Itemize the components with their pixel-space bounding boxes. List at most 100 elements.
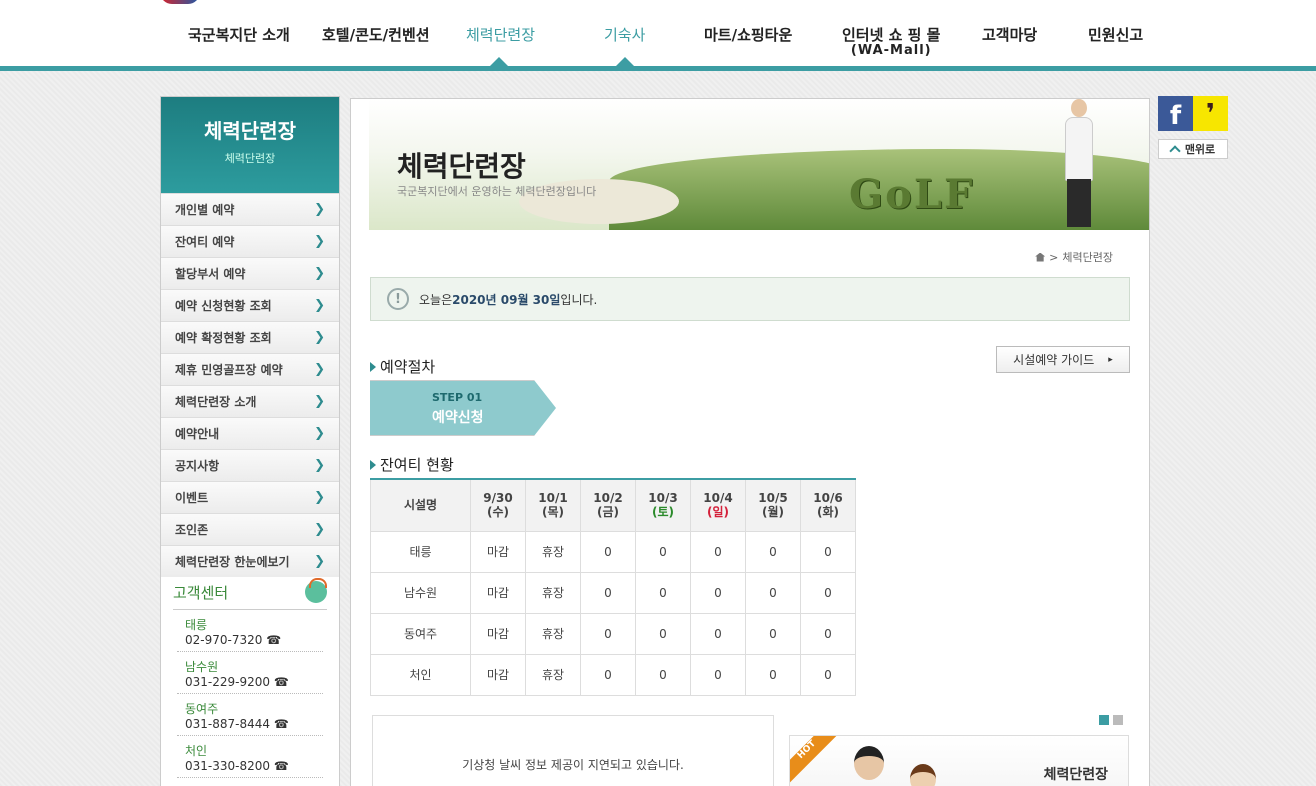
breadcrumb-current[interactable]: 체력단련장 <box>1062 249 1113 265</box>
tee-count-cell[interactable]: 0 <box>580 530 636 573</box>
gnb-item-hotel[interactable]: 호텔/콘도/컨벤션 <box>322 24 430 45</box>
tee-count-cell[interactable]: 0 <box>690 612 746 655</box>
chevron-right-icon: ❯ <box>314 554 325 569</box>
day-date: 9/30 <box>483 491 513 506</box>
facility-name-cell: 태릉 <box>370 530 471 573</box>
customer-center: 고객센터 태릉 02-970-7320 ☎ 남수원 031-229-9200 ☎ 동… <box>161 577 339 782</box>
contact-item: 남수원 031-229-9200 ☎ <box>177 652 323 694</box>
cs-title-text: 고객센터 <box>173 583 229 602</box>
sidebar-item-request-status[interactable]: 예약 신청현황 조회 ❯ <box>161 289 339 321</box>
pager-dot-active[interactable] <box>1099 715 1109 725</box>
tee-count-cell[interactable]: 0 <box>635 653 691 696</box>
sidebar-item-event[interactable]: 이벤트 ❯ <box>161 481 339 513</box>
tee-count-cell[interactable]: 0 <box>635 530 691 573</box>
promo-banner[interactable]: HOT 체력단련장 <box>789 735 1129 786</box>
hot-badge: HOT <box>790 736 840 783</box>
table-row: 남수원 마감 휴장 0 0 0 0 0 <box>370 571 856 614</box>
quick-menu: f ❜ 맨위로 <box>1158 96 1228 159</box>
tee-count-cell[interactable]: 0 <box>635 612 691 655</box>
tee-count-cell[interactable]: 0 <box>800 530 856 573</box>
step-notify: STEP 04 통보 <box>918 380 1132 436</box>
telephone-icon <box>305 578 327 603</box>
tee-count-cell: 휴장 <box>525 571 581 614</box>
sidebar-item-joinzone[interactable]: 조인존 ❯ <box>161 513 339 545</box>
tee-count-cell[interactable]: 0 <box>800 653 856 696</box>
gnb-item-golf[interactable]: 체력단련장 <box>466 24 535 45</box>
tee-count-cell: 마감 <box>470 530 526 573</box>
day-date: 10/1 <box>538 491 568 506</box>
sidebar-item-label: 제휴 민영골프장 예약 <box>175 363 283 377</box>
reservation-steps: STEP 01 예약신청 STEP 02 예약배정 STEP 03 예약확정 S… <box>370 380 1132 436</box>
chevron-right-icon: ❯ <box>314 234 325 249</box>
facebook-icon[interactable]: f <box>1158 96 1193 131</box>
sidebar-item-guide[interactable]: 예약안내 ❯ <box>161 417 339 449</box>
tee-count-cell[interactable]: 0 <box>800 571 856 614</box>
gnb-item-complaint[interactable]: 민원신고 <box>1088 24 1143 45</box>
chevron-right-icon: ❯ <box>314 394 325 409</box>
chevron-right-icon: ❯ <box>314 298 325 313</box>
header-day: 10/5 (월) <box>745 478 801 532</box>
notice-prefix: 오늘은 <box>419 292 453 307</box>
breadcrumb: > 체력단련장 <box>1035 249 1113 265</box>
sns-links: f ❜ <box>1158 96 1228 131</box>
header-day: 10/3 (토) <box>635 478 691 532</box>
sidebar-item-allocated[interactable]: 할당부서 예약 ❯ <box>161 257 339 289</box>
tee-count-cell[interactable]: 0 <box>745 653 801 696</box>
home-icon[interactable] <box>1035 252 1046 262</box>
contact-name: 태릉 <box>185 618 208 632</box>
gnb-item-mart[interactable]: 마트/쇼핑타운 <box>704 24 792 45</box>
tee-count-cell[interactable]: 0 <box>635 571 691 614</box>
table-header-row: 시설명 9/30 (수) 10/1 (목) 10/2 (금) 10/3 (토) 10/4… <box>370 478 856 532</box>
golfer-head <box>1071 99 1087 117</box>
golfer-legs <box>1067 179 1091 227</box>
sidebar-item-notice[interactable]: 공지사항 ❯ <box>161 449 339 481</box>
sidebar-item-overview[interactable]: 체력단련장 한눈에보기 ❯ <box>161 545 339 577</box>
tee-count-cell[interactable]: 0 <box>580 653 636 696</box>
gnb-item-mall[interactable]: 인터넷 쇼 핑 몰 (WA-Mall) <box>842 24 940 58</box>
tee-count-cell[interactable]: 0 <box>745 612 801 655</box>
tee-count-cell[interactable]: 0 <box>690 530 746 573</box>
tee-count-cell[interactable]: 0 <box>580 612 636 655</box>
chevron-right-icon: ❯ <box>314 330 325 345</box>
kakaostory-icon[interactable]: ❜ <box>1193 96 1228 131</box>
day-dow: (화) <box>816 505 839 520</box>
tee-count-cell[interactable]: 0 <box>690 653 746 696</box>
facility-name-cell: 동여주 <box>370 612 471 655</box>
header-facility: 시설명 <box>370 478 471 532</box>
tee-count-cell[interactable]: 0 <box>745 530 801 573</box>
sidebar-item-remaining[interactable]: 잔여티 예약 ❯ <box>161 225 339 257</box>
page-title: 체력단련장 <box>397 150 526 183</box>
sidebar-item-intro[interactable]: 체력단련장 소개 ❯ <box>161 385 339 417</box>
sidebar-item-label: 예약 신청현황 조회 <box>175 299 272 313</box>
site-logo[interactable] <box>160 0 200 4</box>
sidebar-item-personal[interactable]: 개인별 예약 ❯ <box>161 193 339 225</box>
day-dow-saturday: (토) <box>651 505 674 520</box>
tee-count-cell[interactable]: 0 <box>690 571 746 614</box>
sidebar-item-confirm-status[interactable]: 예약 확정현황 조회 ❯ <box>161 321 339 353</box>
gnb-item-customer[interactable]: 고객마당 <box>982 24 1037 45</box>
sidebar-item-label: 체력단련장 소개 <box>175 395 257 409</box>
breadcrumb-sep: > <box>1049 250 1059 264</box>
contact-phone: 031-229-9200 ☎ <box>185 675 289 689</box>
tee-count-cell[interactable]: 0 <box>580 571 636 614</box>
gnb-active-caret <box>490 57 508 66</box>
promo-person-image <box>910 764 936 786</box>
step-name: 예약신청 <box>432 410 484 426</box>
tee-count-cell[interactable]: 0 <box>745 571 801 614</box>
pager-dot[interactable] <box>1113 715 1123 725</box>
chevron-right-icon: ▸ <box>1108 354 1113 365</box>
golfer-image <box>1059 99 1099 230</box>
scroll-top-button[interactable]: 맨위로 <box>1158 139 1228 159</box>
gnb-item-intro[interactable]: 국군복지단 소개 <box>188 24 290 45</box>
sidebar-item-partner-golf[interactable]: 제휴 민영골프장 예약 ❯ <box>161 353 339 385</box>
tee-count-cell: 휴장 <box>525 653 581 696</box>
chevron-right-icon: ❯ <box>314 522 325 537</box>
step-assign: STEP 02 예약배정 <box>536 380 742 436</box>
contact-item: 처인 031-330-8200 ☎ <box>177 736 323 778</box>
facility-guide-button[interactable]: 시설예약 가이드 ▸ <box>996 346 1130 373</box>
header-day: 10/1 (목) <box>525 478 581 532</box>
gnb-item-dorm[interactable]: 기숙사 <box>604 24 645 45</box>
tee-count-cell[interactable]: 0 <box>800 612 856 655</box>
remaining-tee-table: 시설명 9/30 (수) 10/1 (목) 10/2 (금) 10/3 (토) 10/4… <box>370 478 856 696</box>
contact-phone: 031-887-8444 ☎ <box>185 717 289 731</box>
